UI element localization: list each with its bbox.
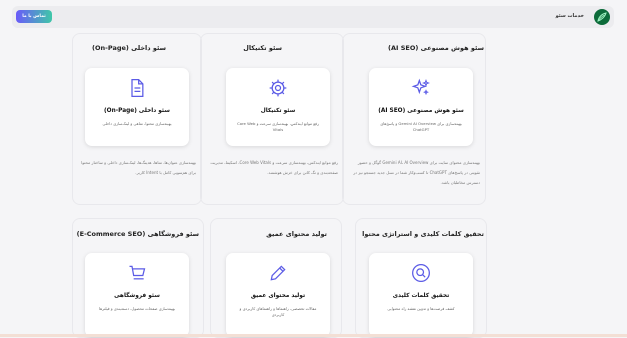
card-title: سئو فروشگاهی	[114, 293, 160, 299]
section-description-onpage-seo: بهینه‌سازی عنوان‌ها، متاها، هدینگ‌ها، لی…	[81, 160, 196, 175]
section-title-ecommerce-seo: سئو فروشگاهی (E-Commerce SEO)	[76, 230, 199, 238]
section-title-content-creation: تولید محتوای عمیق	[266, 230, 327, 238]
gear-icon	[268, 78, 288, 98]
search-icon	[411, 263, 431, 283]
site-header: خدمات سئو تماس با ما	[12, 6, 614, 28]
card-keyword-research[interactable]: تحقیق کلمات کلیدی کشف فرصت‌ها و تدوین نق…	[369, 253, 473, 337]
card-ecommerce-seo[interactable]: سئو فروشگاهی بهینه‌سازی صفحات محصول، دست…	[85, 253, 189, 337]
pen-icon	[268, 263, 288, 283]
card-description: بهینه‌سازی برای Gemini AI Overview و پاس…	[380, 121, 462, 132]
card-description: مقالات تخصصی، راهنماها و راهنماهای کاربر…	[239, 306, 317, 317]
card-ai-seo[interactable]: سئو هوش مصنوعی (AI SEO) بهینه‌سازی برای …	[369, 68, 473, 146]
contact-button[interactable]: تماس با ما	[16, 10, 52, 23]
card-content-creation[interactable]: تولید محتوای عمیق مقالات تخصصی، راهنماها…	[226, 253, 330, 337]
card-onpage-seo[interactable]: سئو داخلی (On-Page) بهینه‌سازی محتوا، مت…	[85, 68, 189, 146]
card-title: تحقیق کلمات کلیدی	[392, 293, 450, 299]
card-description: بهینه‌سازی محتوا، متاهی و لینک‌سازی داخل…	[102, 121, 172, 126]
section-description-ai-seo: بهینه‌سازی محتوای سایت برای Gemini AI، A…	[353, 160, 480, 185]
card-title: سئو تکنیکال	[260, 108, 296, 114]
leaf-icon	[597, 12, 607, 22]
section-title-onpage-seo: سئو داخلی (On-Page)	[92, 44, 166, 52]
section-title-ai-seo: سئو هوش مصنوعی (AI SEO)	[388, 44, 484, 52]
card-title: تولید محتوای عمیق	[250, 293, 306, 299]
site-logo[interactable]	[594, 9, 610, 25]
section-title-technical-seo: سئو تکنیکال	[243, 44, 282, 52]
section-title-keyword-research: تحقیق کلمات کلیدی و استراتژی محتوا	[362, 230, 484, 238]
card-title: سئو داخلی (On-Page)	[104, 108, 170, 114]
document-icon	[127, 78, 147, 98]
card-description: رفع موانع ایندکس، بهینه‌سازی سرعت و Core…	[237, 121, 319, 132]
card-description: کشف فرصت‌ها و تدوین نقشه راه محتوایی	[387, 306, 455, 311]
cart-icon	[127, 263, 147, 283]
section-description-technical-seo: رفع موانع ایندکس، بهینه‌سازی سرعت و Core…	[210, 160, 338, 175]
card-technical-seo[interactable]: سئو تکنیکال رفع موانع ایندکس، بهینه‌سازی…	[226, 68, 330, 146]
nav-services-link[interactable]: خدمات سئو	[556, 13, 584, 19]
card-description: بهینه‌سازی صفحات محصول، دسته‌بندی و فیلت…	[98, 306, 176, 311]
card-title: سئو هوش مصنوعی (AI SEO)	[378, 108, 464, 114]
sparkles-icon	[411, 78, 431, 98]
